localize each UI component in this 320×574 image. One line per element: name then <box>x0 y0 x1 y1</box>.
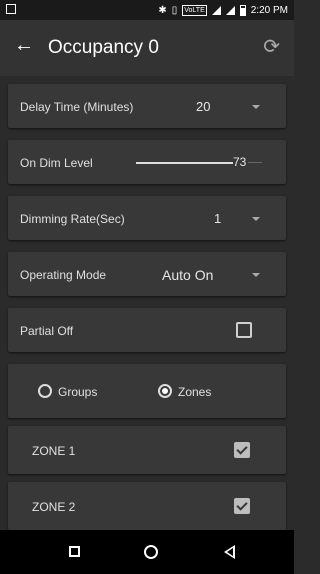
status-icons: ✱ ▯ VoLTE 2:20 PM <box>158 0 288 20</box>
dimming-rate-row[interactable]: Dimming Rate(Sec) 1 <box>8 196 286 240</box>
groups-zones-selector: Groups Zones <box>8 364 286 418</box>
partial-off-row: Partial Off <box>8 308 286 352</box>
zones-radio[interactable] <box>158 384 172 398</box>
app-bar: ← Occupancy 0 ⟳ <box>0 20 294 76</box>
battery-icon <box>239 4 246 16</box>
delay-time-row[interactable]: Delay Time (Minutes) 20 <box>8 84 286 128</box>
chevron-down-icon[interactable] <box>252 105 260 109</box>
back-arrow-icon[interactable]: ← <box>14 34 34 57</box>
groups-label[interactable]: Groups <box>58 385 97 399</box>
on-dim-level-label: On Dim Level <box>20 156 93 170</box>
signal-icon <box>211 5 221 15</box>
dim-level-value[interactable]: 73 <box>233 155 246 169</box>
dimming-rate-value[interactable]: 1 <box>214 211 221 226</box>
zone-2-label: ZONE 2 <box>32 500 76 514</box>
bluetooth-icon: ✱ <box>158 4 167 16</box>
chevron-down-icon[interactable] <box>252 217 260 221</box>
page-title: Occupancy 0 <box>48 37 159 58</box>
back-triangle-icon[interactable] <box>224 545 235 559</box>
zone-1-checkbox[interactable] <box>234 442 250 458</box>
partial-off-label: Partial Off <box>20 324 74 338</box>
zones-label[interactable]: Zones <box>178 385 211 399</box>
zone-1-label: ZONE 1 <box>32 444 76 458</box>
groups-radio[interactable] <box>38 384 52 398</box>
delay-time-value[interactable]: 20 <box>196 99 210 114</box>
operating-mode-row[interactable]: Operating Mode Auto On <box>8 252 286 296</box>
zone-2-checkbox[interactable] <box>234 498 250 514</box>
vibrate-icon: ▯ <box>171 4 178 16</box>
navigation-bar <box>0 530 294 574</box>
sync-icon[interactable]: ⟳ <box>263 34 280 59</box>
status-bar: ✱ ▯ VoLTE 2:20 PM <box>0 0 294 20</box>
zone-row: ZONE 2 <box>8 482 286 530</box>
on-dim-level-row: On Dim Level 73 <box>8 140 286 184</box>
chevron-down-icon[interactable] <box>252 273 260 277</box>
delay-time-label: Delay Time (Minutes) <box>20 100 134 114</box>
partial-off-checkbox[interactable] <box>236 322 252 338</box>
settings-list: Delay Time (Minutes) 20 On Dim Level 73 … <box>0 80 294 530</box>
notification-icon <box>6 4 16 14</box>
zone-row: ZONE 1 <box>8 426 286 474</box>
home-icon[interactable] <box>144 545 158 559</box>
clock: 2:20 PM <box>250 4 288 16</box>
operating-mode-value[interactable]: Auto On <box>162 267 213 283</box>
dim-level-slider-rest[interactable] <box>248 162 262 163</box>
volte-badge: VoLTE <box>182 4 207 16</box>
dim-level-slider-fill[interactable] <box>136 162 233 164</box>
signal-icon-2 <box>225 5 235 15</box>
recent-apps-icon[interactable] <box>69 546 80 557</box>
operating-mode-label: Operating Mode <box>20 268 107 282</box>
dimming-rate-label: Dimming Rate(Sec) <box>20 212 125 226</box>
